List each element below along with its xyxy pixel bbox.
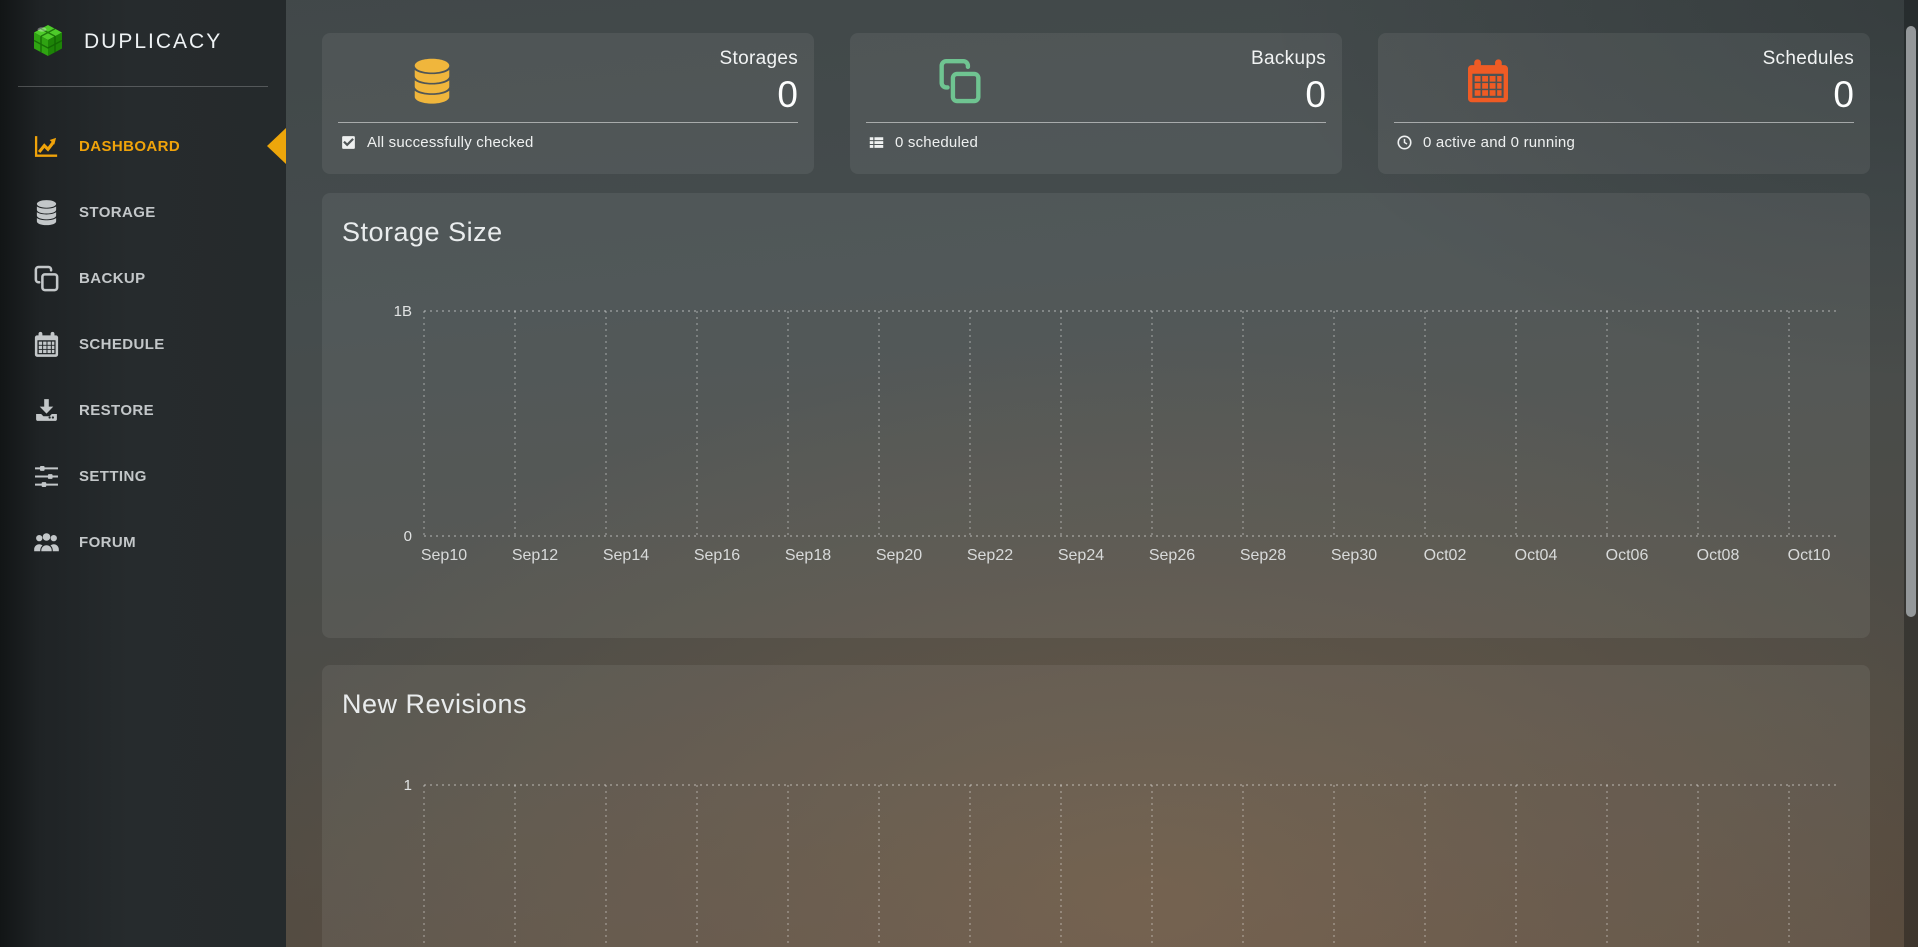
sidebar-item-restore[interactable]: RESTORE xyxy=(0,377,286,443)
sidebar-item-label: FORUM xyxy=(79,534,136,551)
download-icon xyxy=(30,396,62,425)
sidebar: DUPLICACY DASHBOARD STORAGE BACKUP SCHEDULE… xyxy=(0,0,286,947)
sidebar-menu: DASHBOARD STORAGE BACKUP SCHEDULE RESTORE SET… xyxy=(0,113,286,575)
stat-card-backups: Backups 0 0 scheduled xyxy=(850,33,1342,174)
x-axis-tick-label: Sep26 xyxy=(1149,547,1195,564)
stat-card-footer-text: 0 active and 0 running xyxy=(1423,134,1575,151)
sidebar-item-label: RESTORE xyxy=(79,402,154,419)
sidebar-item-setting[interactable]: SETTING xyxy=(0,443,286,509)
x-axis-tick-label: Sep16 xyxy=(694,547,740,564)
stat-card-value: 0 xyxy=(1251,76,1326,113)
storage-size-panel: Storage Size 1B0Sep10Sep12Sep14Sep16Sep1… xyxy=(322,193,1870,638)
duplicacy-logo-icon xyxy=(28,22,68,62)
x-axis-tick-label: Sep20 xyxy=(876,547,922,564)
users-icon xyxy=(30,528,62,557)
calendar-icon xyxy=(1463,55,1513,112)
sidebar-item-label: SETTING xyxy=(79,468,147,485)
scrollbar-track[interactable] xyxy=(1904,0,1918,947)
stat-card-label: Backups xyxy=(1251,48,1326,70)
x-axis-tick-label: Sep12 xyxy=(512,547,558,564)
stat-card-label: Schedules xyxy=(1763,48,1854,70)
copy-icon xyxy=(935,55,985,112)
divider xyxy=(866,122,1326,123)
chart-canvas: 1 xyxy=(322,665,1870,947)
database-icon xyxy=(407,55,457,112)
sidebar-item-forum[interactable]: FORUM xyxy=(0,509,286,575)
sidebar-item-label: SCHEDULE xyxy=(79,336,165,353)
line-chart-icon xyxy=(30,132,62,161)
calendar-icon xyxy=(30,330,62,359)
sidebar-item-schedule[interactable]: SCHEDULE xyxy=(0,311,286,377)
y-axis-tick-label: 1B xyxy=(394,303,412,320)
stat-card-footer: 0 active and 0 running xyxy=(1396,134,1575,151)
stat-card-footer-text: All successfully checked xyxy=(367,134,534,151)
check-square-icon xyxy=(340,134,357,151)
x-axis-tick-label: Sep14 xyxy=(603,547,649,564)
app-root: DUPLICACY DASHBOARD STORAGE BACKUP SCHEDULE… xyxy=(0,0,1918,947)
stat-card-text: Schedules 0 xyxy=(1763,48,1854,113)
app-title: DUPLICACY xyxy=(84,30,222,54)
sidebar-item-dashboard[interactable]: DASHBOARD xyxy=(0,113,286,179)
sidebar-item-label: DASHBOARD xyxy=(79,138,180,155)
database-icon xyxy=(30,198,62,227)
brand: DUPLICACY xyxy=(28,22,222,62)
x-axis-tick-label: Oct08 xyxy=(1697,547,1740,564)
stat-cards-row: Storages 0 All successfully checked Backups… xyxy=(322,33,1870,174)
x-axis-tick-label: Sep18 xyxy=(785,547,831,564)
stat-card-label: Storages xyxy=(720,48,798,70)
new-revisions-panel: New Revisions 1 xyxy=(322,665,1870,947)
stat-card-text: Backups 0 xyxy=(1251,48,1326,113)
list-icon xyxy=(868,134,885,151)
divider xyxy=(1394,122,1854,123)
clock-icon xyxy=(1396,134,1413,151)
x-axis-tick-label: Sep22 xyxy=(967,547,1013,564)
sidebar-item-label: BACKUP xyxy=(79,270,146,287)
y-axis-tick-label: 0 xyxy=(404,528,412,545)
stat-card-storages: Storages 0 All successfully checked xyxy=(322,33,814,174)
stat-card-footer: 0 scheduled xyxy=(868,134,978,151)
divider xyxy=(18,86,268,87)
x-axis-tick-label: Oct10 xyxy=(1788,547,1831,564)
active-item-arrow-icon xyxy=(267,128,286,164)
x-axis-tick-label: Sep24 xyxy=(1058,547,1104,564)
x-axis-tick-label: Sep10 xyxy=(421,547,467,564)
sidebar-item-label: STORAGE xyxy=(79,204,156,221)
x-axis-tick-label: Oct02 xyxy=(1424,547,1467,564)
stat-card-schedules: Schedules 0 0 active and 0 running xyxy=(1378,33,1870,174)
stat-card-footer: All successfully checked xyxy=(340,134,534,151)
copy-icon xyxy=(30,264,62,293)
x-axis-tick-label: Sep30 xyxy=(1331,547,1377,564)
stat-card-value: 0 xyxy=(1763,76,1854,113)
x-axis-tick-label: Sep28 xyxy=(1240,547,1286,564)
y-axis-tick-label: 1 xyxy=(404,777,412,794)
chart-canvas: 1B 0 Sep10 Sep12 Sep14 Sep16 Sep18 Sep20 Sep22 Se… xyxy=(322,193,1870,638)
sliders-icon xyxy=(30,462,62,491)
divider xyxy=(338,122,798,123)
x-axis-tick-label: Oct04 xyxy=(1515,547,1558,564)
sidebar-item-backup[interactable]: BACKUP xyxy=(0,245,286,311)
x-axis-tick-label: Oct06 xyxy=(1606,547,1649,564)
stat-card-footer-text: 0 scheduled xyxy=(895,134,978,151)
sidebar-item-storage[interactable]: STORAGE xyxy=(0,179,286,245)
stat-card-value: 0 xyxy=(720,76,798,113)
stat-card-text: Storages 0 xyxy=(720,48,798,113)
scrollbar-thumb[interactable] xyxy=(1906,26,1916,617)
